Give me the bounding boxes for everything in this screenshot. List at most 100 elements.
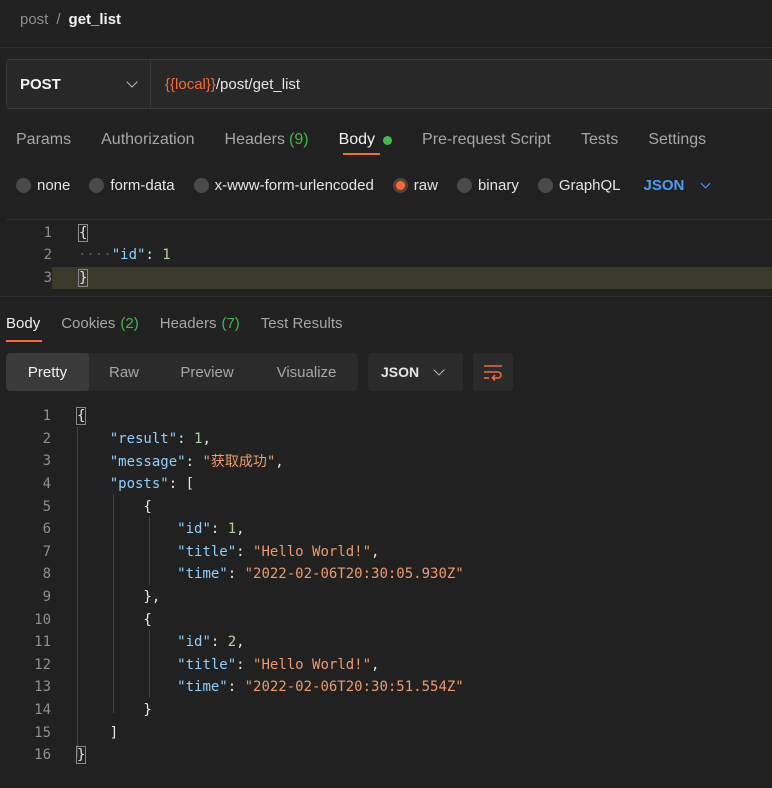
response-body-viewer[interactable]: 1 { 2 "result": 1, 3 "message": "获取成功", … [0,405,772,775]
line-number: 2 [43,247,52,263]
radio-label: binary [477,176,519,194]
editor-line-current: 3 } [6,267,772,289]
line-number: 14 [34,702,51,719]
radio-circle-icon [456,177,472,193]
response-line: 5 { [0,495,772,518]
radio-binary[interactable]: binary [456,176,519,194]
tab-settings[interactable]: Settings [648,131,706,149]
response-line: 3 "message": "获取成功", [0,450,772,473]
breadcrumb-separator: / [56,10,61,28]
line-number: 16 [34,747,51,764]
tab-body[interactable]: Body [339,131,393,149]
active-tab-indicator [343,153,380,155]
json-value: 1 [227,521,237,538]
tab-label: Headers [224,131,285,148]
radio-label: raw [413,176,438,194]
chevron-down-icon [126,76,138,88]
request-body-editor[interactable]: 1 { 2 ····"id": 1 3 } [6,219,772,294]
response-format-select[interactable]: JSON [368,353,463,391]
json-value: "2022-02-06T20:30:05.930Z" [244,566,464,583]
json-key: "message" [109,454,186,471]
response-line: 8 "time": "2022-02-06T20:30:05.930Z" [0,563,772,586]
format-label: JSON [381,364,420,380]
tab-authorization[interactable]: Authorization [101,131,194,149]
response-tab-headers[interactable]: Headers (7) [160,315,240,332]
editor-line: 2 ····"id": 1 [6,244,772,266]
response-view-modes: Pretty Raw Preview Visualize [6,353,358,391]
line-number: 13 [34,679,51,696]
json-value: "Hello World!" [253,656,372,673]
line-number: 7 [42,543,51,560]
view-visualize-button[interactable]: Visualize [255,353,358,391]
breadcrumb-request[interactable]: get_list [69,11,122,28]
view-pretty-button[interactable]: Pretty [6,353,89,391]
response-line: 1 { [0,405,772,428]
tab-count: (9) [289,131,309,148]
response-line: 16 } [0,744,772,767]
radio-label: form-data [110,176,175,194]
tab-label: Settings [648,131,707,148]
radio-label: none [37,176,71,194]
line-number: 11 [34,634,51,651]
line-number: 9 [42,589,51,606]
active-tab-indicator [6,340,42,342]
json-value: 2 [227,634,237,651]
tab-label: Body [6,314,41,332]
tab-pre-request-script[interactable]: Pre-request Script [422,131,551,149]
url-path: /post/get_list [215,75,301,93]
tab-params[interactable]: Params [16,131,71,149]
response-line: 15 ] [0,721,772,744]
json-key: "id" [177,634,211,651]
tab-label: Params [16,131,72,148]
body-format-select[interactable]: JSON [644,177,711,194]
line-number: 12 [34,656,51,673]
method-label: POST [20,75,61,93]
view-raw-button[interactable]: Raw [89,353,159,391]
radio-raw[interactable]: raw [392,176,438,194]
url-input[interactable]: {{local}}/post/get_list [151,60,300,108]
radio-label: GraphQL [558,176,621,194]
radio-none[interactable]: none [16,177,70,194]
radio-circle-icon [537,177,553,193]
json-key: "title" [177,543,237,560]
tab-count: (7) [221,314,240,332]
response-tab-body[interactable]: Body [6,315,40,332]
json-key: "title" [177,656,237,673]
response-tab-cookies[interactable]: Cookies (2) [61,315,139,332]
tab-tests[interactable]: Tests [581,131,618,149]
radio-circle-icon [193,177,209,193]
chevron-down-icon [433,364,445,376]
response-line: 10 { [0,608,772,631]
tab-label: Authorization [101,131,195,148]
radio-label: x-www-form-urlencoded [214,176,374,194]
response-line: 11 "id": 2, [0,631,772,654]
line-number: 8 [42,566,51,583]
line-number: 6 [42,521,51,538]
code-token: "id" [111,247,146,263]
response-line: 6 "id": 1, [0,518,772,541]
wrap-lines-icon [484,365,502,381]
tab-headers[interactable]: Headers (9) [225,131,309,149]
method-select[interactable]: POST [7,60,151,108]
json-key: "time" [177,566,228,583]
radio-x-www-form-urlencoded[interactable]: x-www-form-urlencoded [193,176,374,194]
divider [0,47,772,48]
radio-form-data[interactable]: form-data [89,176,175,194]
response-line: 13 "time": "2022-02-06T20:30:51.554Z" [0,676,772,699]
response-line: 7 "title": "Hello World!", [0,541,772,564]
breadcrumb-collection[interactable]: post [20,11,48,28]
response-tab-test-results[interactable]: Test Results [261,315,343,332]
view-preview-button[interactable]: Preview [159,353,255,391]
json-key: "result" [109,430,178,447]
wrap-lines-button[interactable] [473,353,513,391]
json-key: "id" [177,521,211,538]
response-line: 12 "title": "Hello World!", [0,654,772,677]
request-tabs: Params Authorization Headers (9) Body Pre… [16,128,736,152]
code-token: { [78,224,89,242]
body-type-radios: none form-data x-www-form-urlencoded raw… [16,174,711,196]
json-value: "2022-02-06T20:30:51.554Z" [244,679,464,696]
radio-graphql[interactable]: GraphQL [537,176,621,194]
tab-label: Cookies [61,314,116,332]
tab-label: Pre-request Script [422,131,551,148]
line-number: 3 [42,453,51,470]
